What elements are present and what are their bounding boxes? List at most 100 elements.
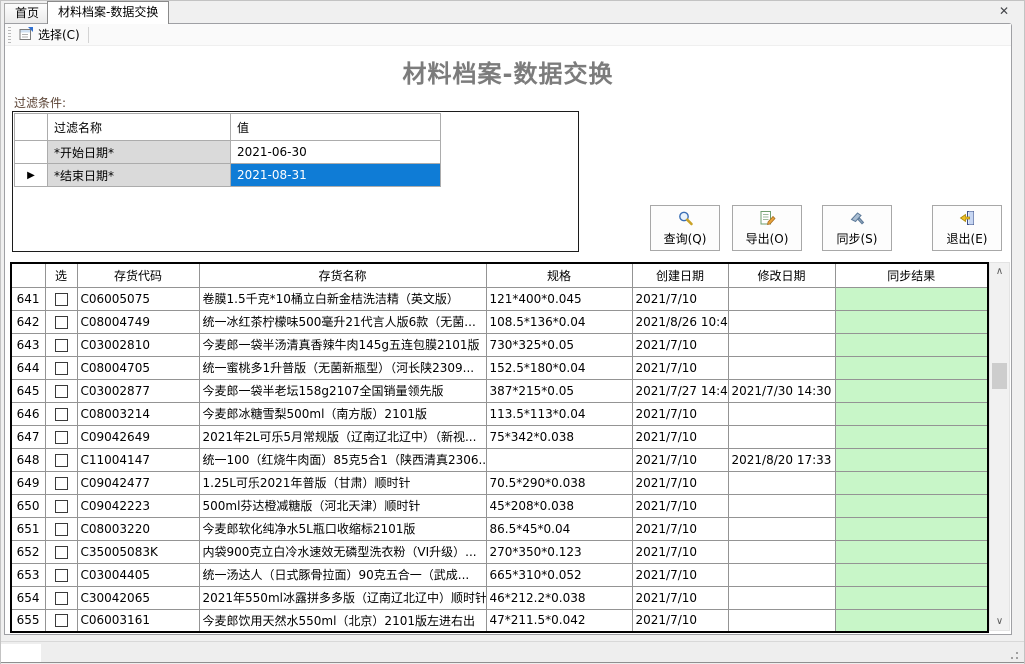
row-checkbox[interactable] xyxy=(55,431,68,444)
sync-result-cell xyxy=(835,448,988,471)
select-form-icon xyxy=(19,26,34,44)
created-date-cell: 2021/7/10 xyxy=(632,586,728,609)
scroll-down-icon[interactable]: ∨ xyxy=(990,613,1009,630)
select-button[interactable]: 选择(C) xyxy=(11,25,86,45)
row-checkbox[interactable] xyxy=(55,477,68,490)
row-checkbox[interactable] xyxy=(55,592,68,605)
inventory-code-cell: C03002810 xyxy=(77,333,199,356)
table-row[interactable]: 649C090424771.25L可乐2021年普版（甘肃）顺时针70.5*29… xyxy=(11,471,988,494)
tab-home[interactable]: 首页 xyxy=(4,3,50,23)
select-button-label: 选择(C) xyxy=(38,26,80,43)
sync-result-cell xyxy=(835,287,988,310)
row-checkbox[interactable] xyxy=(55,546,68,559)
inventory-code-cell: C08003214 xyxy=(77,402,199,425)
table-row[interactable]: 642C08004749统一冰红茶柠檬味500毫升21代言人版6款（无菌...1… xyxy=(11,310,988,333)
sync-button-label: 同步(S) xyxy=(837,230,878,247)
modified-date-cell xyxy=(728,471,835,494)
tab-material-data-exchange[interactable]: 材料档案-数据交换 xyxy=(47,1,169,24)
grid-header-created: 创建日期 xyxy=(632,263,728,287)
table-row[interactable]: 644C08004705统一蜜桃多1升普版（无菌新瓶型）（河长陕2309...1… xyxy=(11,356,988,379)
page-title: 材料档案-数据交换 xyxy=(5,54,1011,89)
spec-cell: 270*350*0.123 xyxy=(486,540,632,563)
table-row[interactable]: 652C35005083K内袋900克立白冷水速效无磷型洗衣粉（VI升级）...… xyxy=(11,540,988,563)
inventory-name-cell: 今麦郎一袋半老坛158g2107全国销量领先版 xyxy=(199,379,486,402)
row-checkbox[interactable] xyxy=(55,362,68,375)
row-select-cell xyxy=(45,356,77,379)
row-number-cell: 641 xyxy=(11,287,45,310)
created-date-cell: 2021/7/10 xyxy=(632,356,728,379)
inventory-code-cell: C08004749 xyxy=(77,310,199,333)
modified-date-cell xyxy=(728,310,835,333)
tab-strip: 首页 材料档案-数据交换 ✕ xyxy=(1,1,1024,23)
inventory-grid-wrap: 选 存货代码 存货名称 规格 创建日期 修改日期 同步结果 641C060050… xyxy=(10,262,989,633)
created-date-cell: 2021/7/10 xyxy=(632,494,728,517)
spec-cell: 387*215*0.05 xyxy=(486,379,632,402)
row-number-cell: 650 xyxy=(11,494,45,517)
filter-row[interactable]: *开始日期*2021-06-30 xyxy=(15,141,441,164)
table-row[interactable]: 648C11004147统一100（红烧牛肉面）85克5合1（陕西清真2306.… xyxy=(11,448,988,471)
modified-date-cell xyxy=(728,586,835,609)
row-checkbox[interactable] xyxy=(55,569,68,582)
table-row[interactable]: 653C03004405统一汤达人（日式豚骨拉面）90克五合一（武成...665… xyxy=(11,563,988,586)
row-checkbox[interactable] xyxy=(55,385,68,398)
row-checkbox[interactable] xyxy=(55,316,68,329)
close-icon[interactable]: ✕ xyxy=(996,3,1012,19)
modified-date-cell xyxy=(728,356,835,379)
row-checkbox[interactable] xyxy=(55,408,68,421)
modified-date-cell xyxy=(728,333,835,356)
scroll-up-icon[interactable]: ∧ xyxy=(990,263,1009,280)
sync-button[interactable]: 同步(S) xyxy=(822,205,892,251)
filter-name-cell: *结束日期* xyxy=(48,164,231,187)
row-checkbox[interactable] xyxy=(55,454,68,467)
exit-icon xyxy=(959,210,976,229)
exit-button-label: 退出(E) xyxy=(947,230,988,247)
row-select-cell xyxy=(45,517,77,540)
row-select-cell xyxy=(45,425,77,448)
table-row[interactable]: 654C300420652021年550ml冰露拼多多版（辽南辽北辽中）顺时针4… xyxy=(11,586,988,609)
row-checkbox[interactable] xyxy=(55,339,68,352)
inventory-code-cell: C08003220 xyxy=(77,517,199,540)
inventory-code-cell: C08004705 xyxy=(77,356,199,379)
sync-result-cell xyxy=(835,379,988,402)
filter-row[interactable]: ▶*结束日期*2021-08-31 xyxy=(15,164,441,187)
toolbar-separator xyxy=(88,27,89,43)
spec-cell: 108.5*136*0.04 xyxy=(486,310,632,333)
inventory-name-cell: 统一蜜桃多1升普版（无菌新瓶型）（河长陕2309... xyxy=(199,356,486,379)
filter-value-cell[interactable]: 2021-06-30 xyxy=(231,141,441,164)
row-checkbox[interactable] xyxy=(55,614,68,627)
row-number-cell: 653 xyxy=(11,563,45,586)
table-row[interactable]: 641C06005075卷膜1.5千克*10桶立白新金桔洗洁精（英文版）121*… xyxy=(11,287,988,310)
row-select-cell xyxy=(45,287,77,310)
spec-cell: 152.5*180*0.04 xyxy=(486,356,632,379)
filter-value-cell[interactable]: 2021-08-31 xyxy=(231,164,441,187)
table-row[interactable]: 647C090426492021年2L可乐5月常规版（辽南辽北辽中）（新视...… xyxy=(11,425,988,448)
row-checkbox[interactable] xyxy=(55,523,68,536)
row-checkbox[interactable] xyxy=(55,500,68,513)
inventory-name-cell: 统一冰红茶柠檬味500毫升21代言人版6款（无菌... xyxy=(199,310,486,333)
inventory-code-cell: C06003161 xyxy=(77,609,199,632)
vertical-scrollbar[interactable]: ∧ ∨ xyxy=(989,262,1010,631)
export-button[interactable]: 导出(O) xyxy=(732,205,802,251)
table-row[interactable]: 655C06003161今麦郎饮用天然水550ml（北京）2101版左进右出47… xyxy=(11,609,988,632)
sync-result-cell xyxy=(835,333,988,356)
spec-cell: 47*211.5*0.042 xyxy=(486,609,632,632)
created-date-cell: 2021/7/10 xyxy=(632,517,728,540)
exit-button[interactable]: 退出(E) xyxy=(932,205,1002,251)
spec-cell: 70.5*290*0.038 xyxy=(486,471,632,494)
row-select-cell xyxy=(45,333,77,356)
table-row[interactable]: 651C08003220今麦郎软化纯净水5L瓶口收缩标2101版86.5*45*… xyxy=(11,517,988,540)
created-date-cell: 2021/7/10 xyxy=(632,540,728,563)
table-row[interactable]: 643C03002810今麦郎一袋半汤清真香辣牛肉145g五连包膜2101版73… xyxy=(11,333,988,356)
table-row[interactable]: 646C08003214今麦郎冰糖雪梨500ml（南方版）2101版113.5*… xyxy=(11,402,988,425)
query-button[interactable]: 查询(Q) xyxy=(650,205,720,251)
row-checkbox[interactable] xyxy=(55,293,68,306)
scrollbar-thumb[interactable] xyxy=(992,363,1007,389)
modified-date-cell xyxy=(728,425,835,448)
modified-date-cell xyxy=(728,609,835,632)
sync-result-cell xyxy=(835,402,988,425)
inventory-code-cell: C30042065 xyxy=(77,586,199,609)
table-row[interactable]: 645C03002877今麦郎一袋半老坛158g2107全国销量领先版387*2… xyxy=(11,379,988,402)
resize-grip-icon[interactable] xyxy=(1010,652,1018,660)
table-row[interactable]: 650C09042223500ml芬达橙减糖版（河北天津）顺时针45*208*0… xyxy=(11,494,988,517)
inventory-name-cell: 今麦郎软化纯净水5L瓶口收缩标2101版 xyxy=(199,517,486,540)
